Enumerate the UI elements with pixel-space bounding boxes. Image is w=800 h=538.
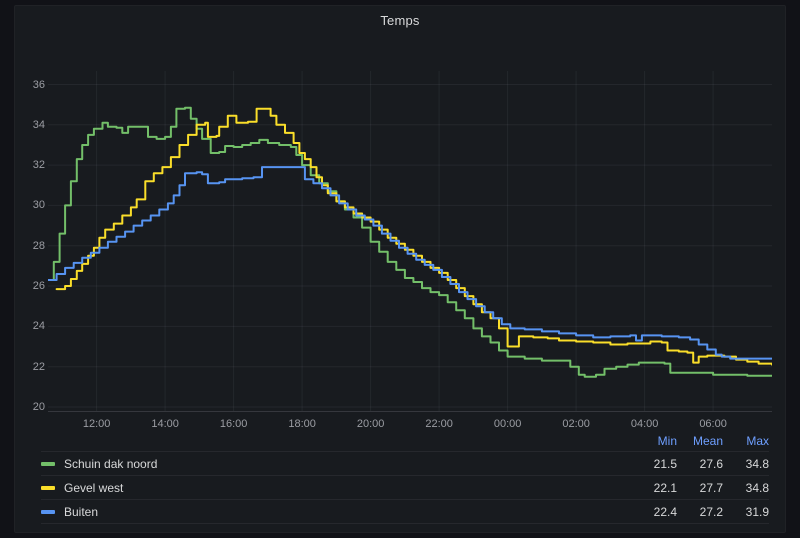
x-axis-label: 18:00 — [288, 418, 316, 430]
panel-title[interactable]: Temps — [15, 13, 785, 28]
series-line — [48, 166, 772, 360]
temperature-chart[interactable] — [48, 71, 772, 412]
legend-series-toggle[interactable]: Buiten — [41, 505, 631, 519]
series-color-swatch[interactable] — [41, 509, 55, 514]
x-axis-label: 16:00 — [219, 418, 248, 430]
legend-max-value: 34.8 — [745, 456, 769, 471]
grid-lines — [48, 71, 772, 411]
y-axis-label: 30 — [32, 199, 45, 212]
y-axis-label: 28 — [32, 239, 45, 252]
legend-mean-value: 27.6 — [699, 456, 723, 471]
y-axis-label: 24 — [32, 320, 45, 333]
legend-series-label: Gevel west — [64, 480, 124, 495]
y-axis-label: 26 — [32, 280, 45, 293]
plot-area — [48, 71, 772, 411]
legend-min-value: 22.1 — [653, 480, 677, 495]
x-axis-label: 14:00 — [151, 418, 179, 430]
y-axis-label: 22 — [32, 360, 45, 373]
legend-header-row: Min Mean Max — [41, 431, 769, 451]
legend-max-value: 31.9 — [745, 504, 769, 519]
legend-header-mean[interactable]: Mean — [677, 434, 723, 448]
x-axis-label: 22:00 — [425, 418, 453, 430]
x-axis-label: 04:00 — [630, 418, 659, 430]
legend-mean-value: 27.7 — [699, 480, 723, 495]
x-axis-label: 00:00 — [493, 418, 522, 430]
series-color-swatch[interactable] — [41, 461, 55, 466]
legend-min-value: 22.4 — [653, 504, 677, 519]
x-axis-label: 06:00 — [699, 418, 727, 430]
legend-header-max[interactable]: Max — [723, 434, 769, 448]
panel-temps: Temps 20 22 24 26 28 30 32 34 36 12:00 14:00 16:00… — [14, 5, 786, 533]
legend-row: Gevel west 22.1 27.7 34.8 — [41, 475, 769, 499]
legend-min-value: 21.5 — [653, 456, 677, 471]
legend-header-min[interactable]: Min — [631, 434, 677, 448]
legend-series-label: Buiten — [64, 504, 99, 519]
legend-max-value: 34.8 — [745, 480, 769, 495]
y-axis-label: 20 — [32, 400, 45, 413]
y-axis-label: 36 — [32, 78, 45, 91]
x-axis-label: 02:00 — [562, 418, 590, 430]
y-axis-label: 32 — [32, 159, 45, 172]
legend-table: Min Mean Max Schuin dak noord 21.5 27.6 34.8 Ge… — [41, 431, 769, 524]
y-axis-label: 34 — [32, 118, 45, 131]
legend-row: Schuin dak noord 21.5 27.6 34.8 — [41, 451, 769, 475]
legend-series-toggle[interactable]: Schuin dak noord — [41, 457, 631, 471]
legend-mean-value: 27.2 — [699, 504, 723, 519]
x-axis-label: 12:00 — [82, 418, 111, 430]
legend-series-toggle[interactable]: Gevel west — [41, 481, 631, 495]
series-color-swatch[interactable] — [41, 485, 55, 490]
legend-series-label: Schuin dak noord — [64, 456, 158, 471]
legend-row: Buiten 22.4 27.2 31.9 — [41, 499, 769, 524]
x-axis-label: 20:00 — [356, 418, 385, 430]
